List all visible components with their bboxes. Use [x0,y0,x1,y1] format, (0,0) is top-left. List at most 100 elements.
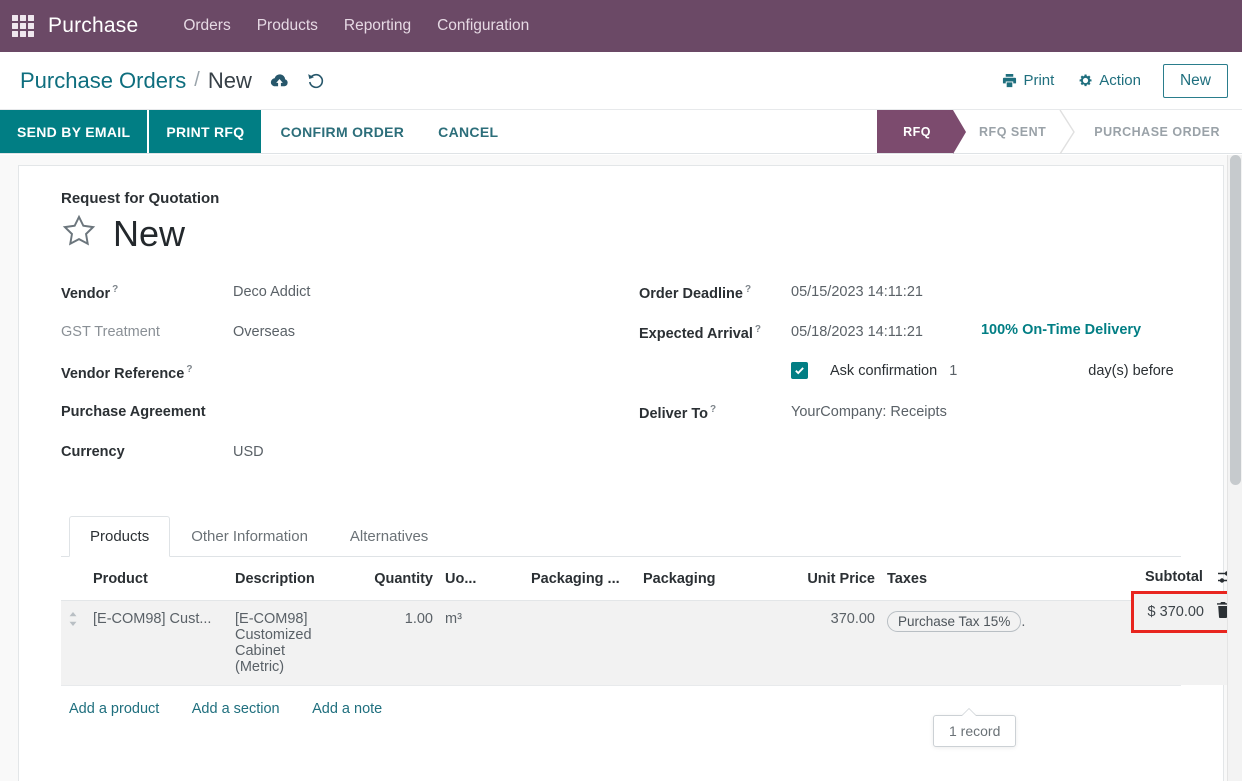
stage-purchase-order-label: PURCHASE ORDER [1094,124,1220,139]
record-subtitle: Request for Quotation [61,190,220,207]
ask-confirmation-row: Ask confirmation 1 day(s) before [791,362,1174,379]
form-fields: Vendor? Deco Addict GST Treatment Overse… [61,282,1181,482]
field-vendor-reference-label: Vendor Reference? [61,364,193,382]
top-navbar: Purchase Orders Products Reporting Confi… [0,0,1242,52]
subtotal-value: $ 370.00 [1147,604,1204,620]
ask-confirmation-days-input[interactable]: 1 [949,363,957,379]
subtotal-highlight-box: $ 370.00 [1130,591,1242,633]
stage-rfq[interactable]: RFQ [877,110,966,154]
ask-confirmation-label: Ask confirmation [830,362,938,379]
help-icon[interactable]: ? [112,284,118,295]
notebook-tabs: Products Other Information Alternatives [61,516,1181,557]
add-a-section-link[interactable]: Add a section [192,701,280,717]
field-currency-label: Currency [61,444,125,460]
print-rfq-button[interactable]: PRINT RFQ [149,110,264,153]
page-title: New [113,212,186,254]
cloud-upload-icon[interactable] [270,73,289,89]
field-expected-arrival-label: Expected Arrival? [639,324,762,342]
confirm-order-button[interactable]: CONFIRM ORDER [263,110,421,153]
cell-subtotal: $ 370.00 [1053,591,1242,685]
tab-other-information[interactable]: Other Information [170,516,329,557]
days-before-label: day(s) before [1088,362,1174,379]
tax-badge[interactable]: Purchase Tax 15% [887,611,1022,632]
field-order-deadline-label: Order Deadline? [639,284,752,302]
field-gst-treatment-label: GST Treatment [61,324,160,340]
drag-handle-icon[interactable] [67,611,81,631]
field-expected-arrival-value[interactable]: 05/18/2023 14:11:21 [791,322,923,342]
stage-rfq-sent-label: RFQ SENT [979,124,1047,139]
cell-packaging[interactable] [637,600,783,685]
add-a-note-link[interactable]: Add a note [312,701,382,717]
field-ask-confirmation: Ask confirmation 1 day(s) before [639,362,1181,402]
help-icon[interactable]: ? [710,404,716,415]
field-purchase-agreement-label: Purchase Agreement [61,404,206,420]
scrollbar-thumb[interactable] [1230,155,1241,485]
record-title-row: New [61,213,1181,254]
help-icon[interactable]: ? [745,284,751,295]
new-record-button[interactable]: New [1162,63,1228,98]
field-vendor-reference: Vendor Reference? [61,362,639,402]
menu-reporting[interactable]: Reporting [331,11,424,41]
stage-rfq-sent[interactable]: RFQ SENT [953,110,1076,154]
send-by-email-button[interactable]: SEND BY EMAIL [0,110,150,153]
action-button[interactable]: Action [1066,66,1153,95]
action-label: Action [1099,72,1141,89]
menu-orders[interactable]: Orders [170,11,243,41]
cancel-button[interactable]: CANCEL [421,110,515,153]
help-icon[interactable]: ? [186,364,192,375]
field-deliver-to-value[interactable]: YourCompany: Receipts [791,402,947,422]
help-icon[interactable]: ? [755,324,761,335]
undo-discard-icon[interactable] [307,72,325,90]
add-a-product-link[interactable]: Add a product [69,701,159,717]
field-currency-value[interactable]: USD [233,442,264,462]
on-time-delivery-badge[interactable]: 100% On-Time Delivery [981,322,1141,338]
col-packaging[interactable]: Packaging [637,557,783,601]
print-button[interactable]: Print [990,66,1066,95]
menu-configuration[interactable]: Configuration [424,11,542,41]
cell-quantity[interactable]: 1.00 [339,600,439,685]
print-label: Print [1023,72,1055,89]
col-subtotal-label[interactable]: Subtotal [1145,569,1203,585]
menu-products[interactable]: Products [244,11,331,41]
col-description[interactable]: Description [229,557,339,601]
cell-taxes[interactable]: Purchase Tax 15%. [881,600,1053,685]
tab-alternatives[interactable]: Alternatives [329,516,449,557]
cell-packaging-qty[interactable] [525,600,637,685]
col-uom[interactable]: Uo... [439,557,525,601]
col-unit-price[interactable]: Unit Price [783,557,881,601]
field-gst-treatment-value[interactable]: Overseas [233,322,295,342]
col-quantity[interactable]: Quantity [339,557,439,601]
apps-grid-icon[interactable] [12,15,34,37]
table-header-row: Product Description Quantity Uo... Packa… [61,557,1239,601]
tab-products[interactable]: Products [69,516,171,557]
field-order-deadline-value[interactable]: 05/15/2023 14:11:21 [791,282,923,302]
star-favorite-icon[interactable] [61,213,97,254]
breadcrumb-separator: / [194,69,200,91]
status-action-bar: SEND BY EMAIL PRINT RFQ CONFIRM ORDER CA… [0,110,1242,154]
ask-confirmation-checkbox[interactable] [791,362,808,379]
field-order-deadline: Order Deadline? 05/15/2023 14:11:21 [639,282,1181,322]
stage-rfq-label: RFQ [903,124,932,139]
breadcrumb-current-new: New [207,67,252,93]
cell-uom[interactable]: m³ [439,600,525,685]
field-gst-treatment: GST Treatment Overseas [61,322,639,362]
cell-unit-price[interactable]: 370.00 [783,600,881,685]
field-purchase-agreement: Purchase Agreement [61,402,639,442]
col-taxes[interactable]: Taxes [881,557,1053,601]
col-product[interactable]: Product [87,557,229,601]
field-vendor-value[interactable]: Deco Addict [233,282,310,302]
stage-purchase-order[interactable]: PURCHASE ORDER [1068,110,1242,153]
record-count-tooltip: 1 record [933,708,1017,747]
row-drag-handle[interactable] [61,600,87,685]
printer-icon [1002,73,1017,88]
table-row[interactable]: [E-COM98] Cust... [E-COM98] Customized C… [61,591,1242,685]
breadcrumb-purchase-orders[interactable]: Purchase Orders [20,68,186,94]
status-pipeline: RFQ RFQ SENT PURCHASE ORDER [877,110,1242,154]
field-ask-confirmation-spacer [639,362,791,364]
cell-description[interactable]: [E-COM98] Customized Cabinet (Metric) [229,600,339,685]
col-packaging-qty[interactable]: Packaging ... [525,557,637,601]
vertical-scrollbar[interactable] [1227,155,1242,781]
app-brand-purchase[interactable]: Purchase [48,14,138,38]
cell-product[interactable]: [E-COM98] Cust... [87,600,229,685]
statusbar-buttons: SEND BY EMAIL PRINT RFQ CONFIRM ORDER CA… [0,110,515,153]
